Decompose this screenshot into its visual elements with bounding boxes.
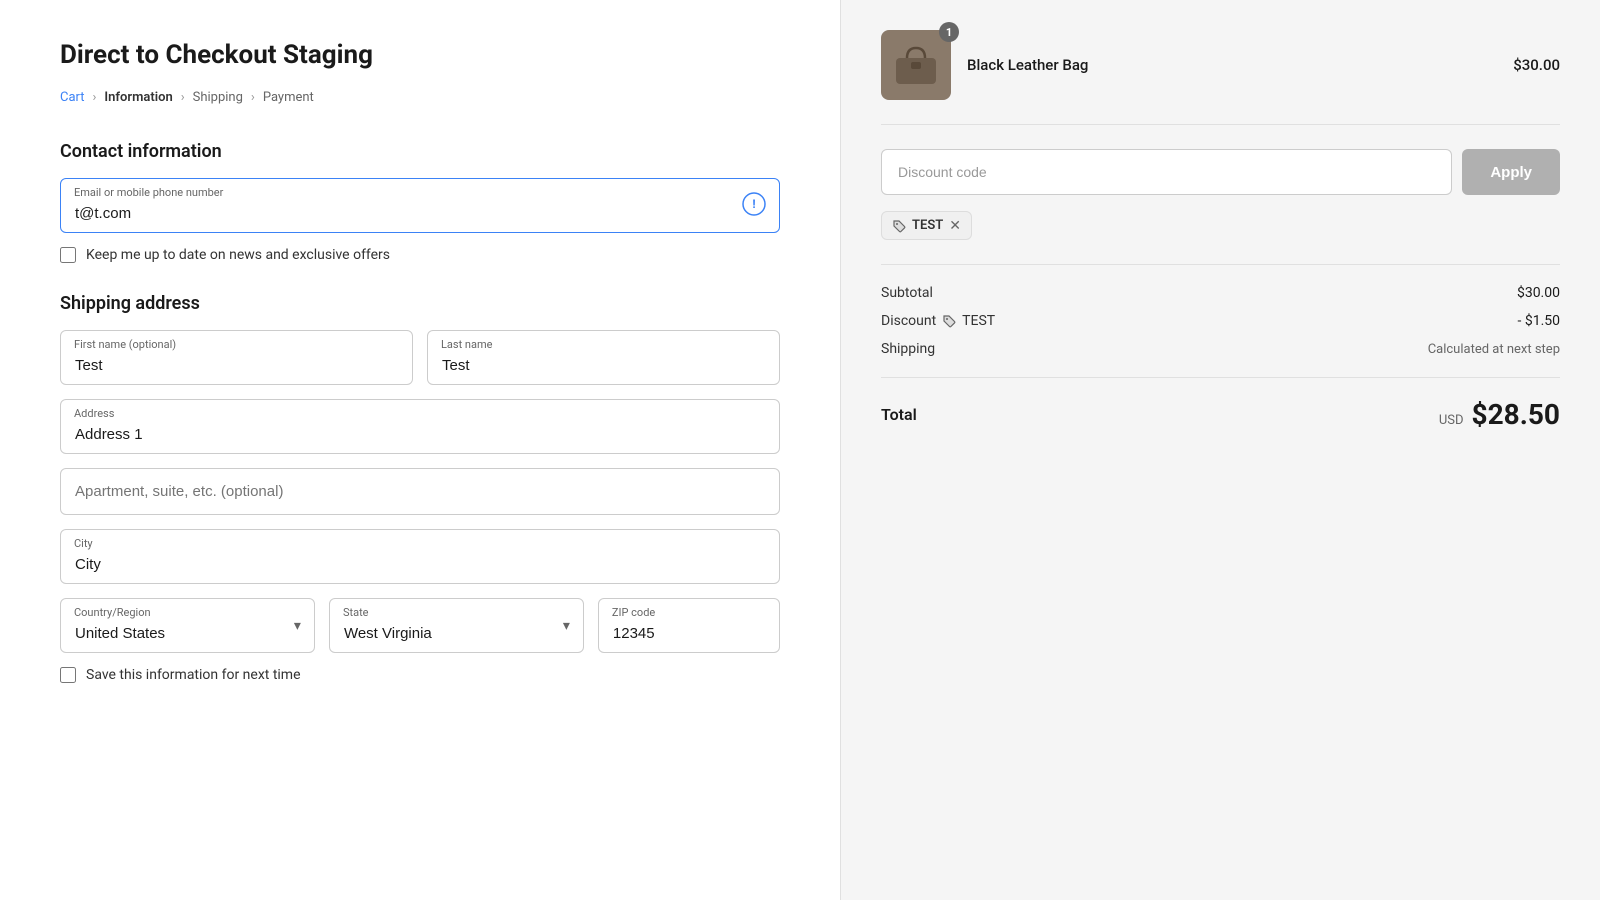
total-amount: $28.50 <box>1472 398 1560 431</box>
discount-label-text: Discount <box>881 313 936 329</box>
city-group: City <box>60 529 780 584</box>
email-field-group: Email or mobile phone number ! <box>60 178 780 233</box>
right-panel: 1 Black Leather Bag $30.00 Apply TEST ✕ … <box>840 0 1600 900</box>
first-name-input[interactable] <box>60 330 413 385</box>
last-name-input[interactable] <box>427 330 780 385</box>
total-currency: USD <box>1439 413 1464 428</box>
subtotal-label: Subtotal <box>881 285 933 301</box>
breadcrumb-cart[interactable]: Cart <box>60 90 85 105</box>
discount-line: Discount TEST - $1.50 <box>881 313 1560 329</box>
breadcrumb-shipping: Shipping <box>193 90 243 105</box>
state-group: State West Virginia ▾ <box>329 598 584 653</box>
discount-tag-icon <box>942 314 956 328</box>
save-info-label[interactable]: Save this information for next time <box>86 667 301 683</box>
breadcrumb-information: Information <box>104 90 172 105</box>
state-select[interactable]: West Virginia <box>329 598 584 653</box>
discount-label-group: Discount TEST <box>881 313 995 329</box>
save-info-checkbox[interactable] <box>60 667 76 683</box>
total-right: USD $28.50 <box>1439 398 1560 431</box>
city-input[interactable] <box>60 529 780 584</box>
shipping-label: Shipping <box>881 341 935 357</box>
total-label: Total <box>881 405 917 424</box>
address-group: Address <box>60 399 780 454</box>
product-image-wrap: 1 <box>881 30 951 100</box>
save-info-row: Save this information for next time <box>60 667 780 683</box>
product-image <box>881 30 951 100</box>
tag-icon <box>892 219 906 233</box>
page-title: Direct to Checkout Staging <box>60 40 780 70</box>
shipping-line: Shipping Calculated at next step <box>881 341 1560 357</box>
breadcrumb-sep-3: › <box>251 90 255 105</box>
zip-group: ZIP code <box>598 598 780 653</box>
breadcrumb-sep-2: › <box>181 90 185 105</box>
newsletter-row: Keep me up to date on news and exclusive… <box>60 247 780 263</box>
apt-group <box>60 468 780 515</box>
shipping-section-title: Shipping address <box>60 293 780 314</box>
breadcrumb-payment: Payment <box>263 90 314 105</box>
last-name-group: Last name <box>427 330 780 385</box>
newsletter-label[interactable]: Keep me up to date on news and exclusive… <box>86 247 390 263</box>
applied-discount-tag-row: TEST ✕ <box>881 211 1560 240</box>
shipping-value: Calculated at next step <box>1428 342 1560 357</box>
product-row: 1 Black Leather Bag $30.00 <box>881 30 1560 125</box>
address-input[interactable] <box>60 399 780 454</box>
discount-row: Apply <box>881 149 1560 195</box>
zip-input[interactable] <box>598 598 780 653</box>
remove-discount-button[interactable]: ✕ <box>949 219 961 233</box>
discount-tag-code: TEST <box>912 218 943 233</box>
contact-section-title: Contact information <box>60 141 780 162</box>
first-name-group: First name (optional) <box>60 330 413 385</box>
product-price: $30.00 <box>1513 56 1560 74</box>
region-row: Country/Region United States ▾ State Wes… <box>60 598 780 653</box>
discount-tag: TEST ✕ <box>881 211 972 240</box>
subtotal-value: $30.00 <box>1517 285 1560 301</box>
discount-value: - $1.50 <box>1517 313 1560 329</box>
discount-code-input[interactable] <box>881 149 1452 195</box>
name-row: First name (optional) Last name <box>60 330 780 385</box>
newsletter-checkbox[interactable] <box>60 247 76 263</box>
email-input[interactable] <box>60 178 780 233</box>
password-manager-icon: ! <box>742 192 766 220</box>
subtotal-line: Subtotal $30.00 <box>881 285 1560 301</box>
product-quantity-badge: 1 <box>939 22 959 42</box>
apply-discount-button[interactable]: Apply <box>1462 149 1560 195</box>
discount-code-applied: TEST <box>962 313 995 329</box>
left-panel: Direct to Checkout Staging Cart › Inform… <box>0 0 840 900</box>
apt-input[interactable] <box>60 468 780 515</box>
svg-text:!: ! <box>752 197 755 211</box>
country-select[interactable]: United States <box>60 598 315 653</box>
product-name: Black Leather Bag <box>967 56 1497 74</box>
total-line: Total USD $28.50 <box>881 377 1560 431</box>
breadcrumb: Cart › Information › Shipping › Payment <box>60 90 780 105</box>
country-group: Country/Region United States ▾ <box>60 598 315 653</box>
breadcrumb-sep-1: › <box>93 90 97 105</box>
summary-divider <box>881 264 1560 265</box>
